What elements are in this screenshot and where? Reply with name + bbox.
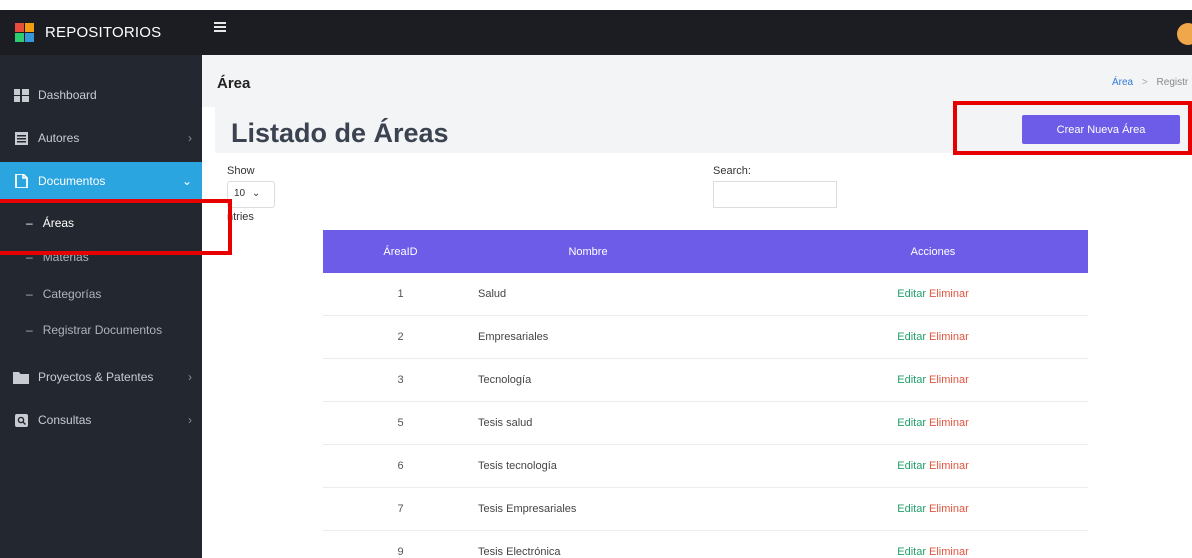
cell-areaid: 6: [397, 460, 404, 472]
menu-toggle-icon[interactable]: [214, 22, 226, 32]
sidebar-item-label: Autores: [38, 131, 80, 145]
cell-areaid: 2: [397, 331, 404, 343]
sidebar-item-dashboard[interactable]: Dashboard: [0, 76, 202, 114]
entries-length-value: 10: [234, 188, 246, 199]
search-input[interactable]: [713, 181, 837, 208]
breadcrumb-separator-icon: >: [1141, 77, 1148, 88]
breadcrumb: Área > Registr: [1112, 77, 1188, 88]
table-row: 3 Tecnología Editar Eliminar: [323, 359, 1088, 402]
edit-link[interactable]: Editar: [897, 546, 926, 558]
section-title: Área: [217, 75, 251, 92]
edit-link[interactable]: Editar: [897, 331, 926, 343]
brand[interactable]: REPOSITORIOS: [0, 10, 202, 55]
folder-icon: [13, 369, 29, 385]
table-header: ÁreaID Nombre Acciones: [323, 230, 1088, 273]
sidebar-subitem-registrar-documentos[interactable]: – Registrar Documentos: [0, 313, 202, 347]
sidebar: REPOSITORIOS Dashboard Autores › Documen…: [0, 10, 202, 558]
breadcrumb-current: Registr: [1156, 77, 1189, 88]
sidebar-item-label: Dashboard: [38, 88, 97, 102]
sidebar-item-autores[interactable]: Autores ›: [0, 119, 202, 157]
dash-icon: –: [26, 323, 33, 337]
user-avatar[interactable]: [1177, 23, 1192, 45]
delete-link[interactable]: Eliminar: [929, 546, 969, 558]
cell-acciones: Editar Eliminar: [778, 531, 1088, 558]
edit-link[interactable]: Editar: [897, 460, 926, 472]
highlight-annotation-button: [953, 101, 1192, 155]
delete-link[interactable]: Eliminar: [929, 503, 969, 515]
show-label: Show: [227, 165, 255, 177]
dash-icon: –: [26, 287, 33, 301]
table-row: 9 Tesis Electrónica Editar Eliminar: [323, 531, 1088, 558]
sidebar-item-label: Consultas: [38, 413, 92, 427]
highlight-annotation-sidebar: [0, 199, 232, 255]
delete-link[interactable]: Eliminar: [929, 331, 969, 343]
sidebar-subitem-categorias[interactable]: – Categorías: [0, 277, 202, 311]
entries-length-select[interactable]: 10 ⌄: [227, 181, 275, 208]
chevron-down-icon: ⌄: [251, 188, 261, 199]
page-title: Listado de Áreas: [231, 118, 449, 148]
delete-link[interactable]: Eliminar: [929, 288, 969, 300]
list-icon: [13, 130, 29, 146]
sidebar-item-proyectos-patentes[interactable]: Proyectos & Patentes ›: [0, 358, 202, 396]
cell-acciones: Editar Eliminar: [778, 359, 1088, 401]
cell-nombre: Salud: [478, 288, 507, 300]
areas-table: ÁreaID Nombre Acciones 1 Salud Editar Elimi…: [323, 230, 1088, 558]
chevron-right-icon: ›: [188, 370, 192, 384]
brand-title: REPOSITORIOS: [45, 24, 162, 41]
edit-link[interactable]: Editar: [897, 417, 926, 429]
column-header-areaid[interactable]: ÁreaID: [323, 230, 478, 273]
table-row: 5 Tesis salud Editar Eliminar: [323, 402, 1088, 445]
sidebar-subitem-label: Registrar Documentos: [42, 323, 163, 337]
cell-areaid: 1: [397, 288, 404, 300]
chevron-right-icon: ›: [188, 413, 192, 427]
cell-acciones: Editar Eliminar: [778, 316, 1088, 358]
table-row: 1 Salud Editar Eliminar: [323, 273, 1088, 316]
edit-link[interactable]: Editar: [897, 374, 926, 386]
cell-acciones: Editar Eliminar: [778, 402, 1088, 444]
table-body: 1 Salud Editar Eliminar 2 Empresariales Editar…: [323, 273, 1088, 558]
dashboard-icon: [13, 87, 29, 103]
search-label: Search:: [713, 165, 751, 177]
sidebar-item-documentos[interactable]: Documentos ⌄: [0, 162, 202, 200]
sidebar-item-consultas[interactable]: Consultas ›: [0, 401, 202, 439]
delete-link[interactable]: Eliminar: [929, 460, 969, 472]
chevron-down-icon: ⌄: [181, 174, 192, 188]
content-header: Área Área > Registr: [202, 55, 1192, 107]
table-row: 6 Tesis tecnología Editar Eliminar: [323, 445, 1088, 488]
cell-nombre: Tesis tecnología: [478, 460, 557, 472]
cell-areaid: 3: [397, 374, 404, 386]
column-header-acciones[interactable]: Acciones: [778, 230, 1088, 273]
edit-link[interactable]: Editar: [897, 288, 926, 300]
delete-link[interactable]: Eliminar: [929, 374, 969, 386]
delete-link[interactable]: Eliminar: [929, 417, 969, 429]
breadcrumb-link-area[interactable]: Área: [1112, 77, 1133, 88]
cell-nombre: Tesis salud: [478, 417, 533, 429]
brand-logo-icon: [15, 23, 34, 42]
table-row: 7 Tesis Empresariales Editar Eliminar: [323, 488, 1088, 531]
chevron-right-icon: ›: [188, 131, 192, 145]
column-header-nombre[interactable]: Nombre: [478, 230, 778, 273]
table-row: 2 Empresariales Editar Eliminar: [323, 316, 1088, 359]
cell-nombre: Tesis Electrónica: [478, 546, 561, 558]
sidebar-item-label: Documentos: [38, 174, 106, 188]
sidebar-subitem-label: Categorías: [42, 287, 102, 301]
cell-areaid: 7: [397, 503, 404, 515]
sidebar-item-label: Proyectos & Patentes: [38, 370, 154, 384]
edit-link[interactable]: Editar: [897, 503, 926, 515]
cell-areaid: 5: [397, 417, 404, 429]
cell-nombre: Tecnología: [478, 374, 532, 386]
cell-areaid: 9: [397, 546, 404, 558]
cell-nombre: Empresariales: [478, 331, 549, 343]
cell-nombre: Tesis Empresariales: [478, 503, 577, 515]
document-icon: [13, 173, 29, 189]
search-icon: [13, 412, 29, 428]
cell-acciones: Editar Eliminar: [778, 445, 1088, 487]
cell-acciones: Editar Eliminar: [778, 488, 1088, 530]
cell-acciones: Editar Eliminar: [778, 273, 1088, 315]
